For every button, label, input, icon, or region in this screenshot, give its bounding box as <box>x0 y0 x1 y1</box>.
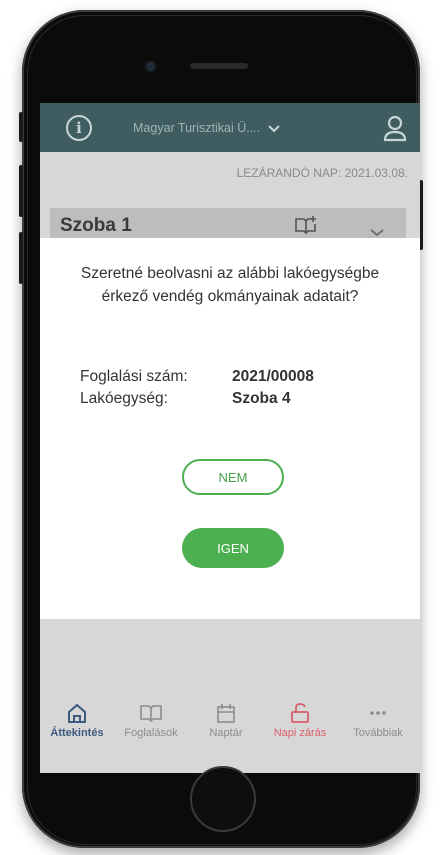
nav-label: Napi zárás <box>273 727 327 739</box>
closing-day-label: LEZÁRANDÓ NAP: 2021.03.08. <box>236 166 408 180</box>
nav-label: Naptár <box>209 727 243 739</box>
yes-button[interactable]: IGEN <box>182 528 284 568</box>
calendar-icon <box>186 701 266 725</box>
nav-item-bookings[interactable]: Foglalások <box>111 701 191 739</box>
booking-number-label: Foglalási szám: <box>80 368 188 385</box>
nav-item-calendar[interactable]: Naptár <box>186 701 266 739</box>
silent-switch <box>19 112 23 142</box>
book-icon <box>111 701 191 725</box>
volume-down-button <box>19 232 23 284</box>
user-icon[interactable] <box>382 114 408 142</box>
nav-item-overview[interactable]: Áttekintés <box>40 701 117 739</box>
nav-label: Áttekintés <box>50 727 104 739</box>
chevron-down-icon <box>268 121 280 136</box>
app-bar: i Magyar Turisztikai Ü.... <box>40 103 420 152</box>
nav-label: Foglalások <box>124 727 178 739</box>
unlock-icon <box>260 701 340 725</box>
info-icon[interactable]: i <box>66 115 92 141</box>
nav-label: Továbbiak <box>353 727 403 739</box>
room-title: Szoba 1 <box>60 215 132 236</box>
volume-up-button <box>19 165 23 217</box>
app-screen: i Magyar Turisztikai Ü.... LEZÁRANDÓ NAP… <box>40 103 420 773</box>
home-button[interactable] <box>190 766 256 832</box>
dialog-message: Szeretné beolvasni az alábbi lakóegységb… <box>80 265 380 305</box>
nav-item-daily-closing[interactable]: Napi zárás <box>260 701 340 739</box>
unit-value: Szoba 4 <box>232 390 291 407</box>
organization-select[interactable]: Magyar Turisztikai Ü.... <box>133 118 280 138</box>
front-camera <box>146 62 155 71</box>
unit-label: Lakóegység: <box>80 390 168 407</box>
more-icon <box>338 701 418 725</box>
nav-item-more[interactable]: Továbbiak <box>338 701 418 739</box>
home-icon <box>40 701 117 725</box>
organization-name: Magyar Turisztikai Ü.... <box>133 121 261 135</box>
book-add-icon[interactable] <box>295 216 317 235</box>
booking-number-value: 2021/00008 <box>232 368 314 385</box>
scan-documents-dialog: Szeretné beolvasni az alábbi lakóegységb… <box>40 238 420 619</box>
bottom-navigation: Áttekintés Foglalások Naptár Napi zárás … <box>40 691 420 773</box>
earpiece-speaker <box>190 63 248 69</box>
no-button[interactable]: NEM <box>182 459 284 495</box>
